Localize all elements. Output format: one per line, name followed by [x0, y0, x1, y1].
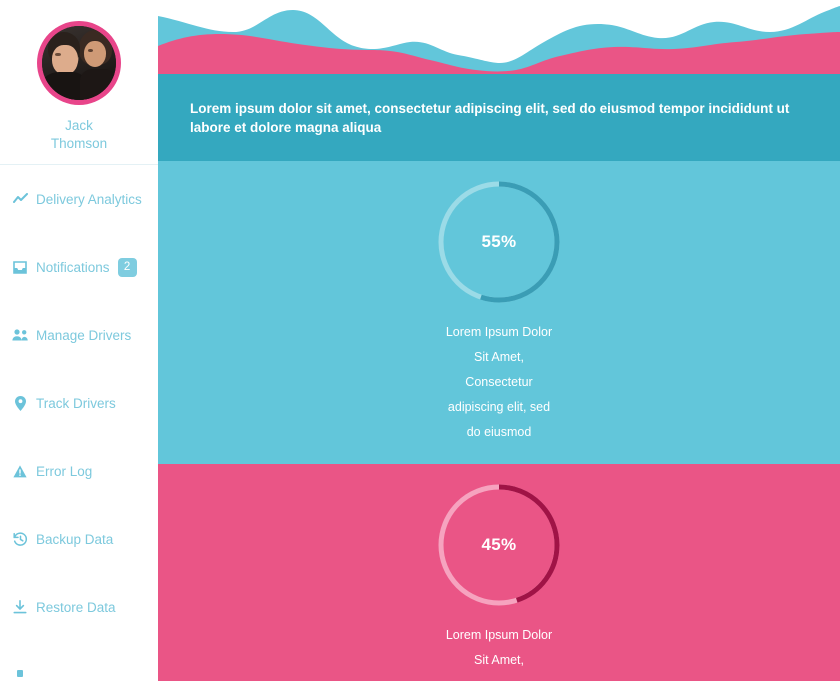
banner: Lorem ipsum dolor sit amet, consectetur … [158, 74, 840, 161]
partial-icon [10, 666, 30, 681]
sidebar-nav: Delivery Analytics Notifications 2 Manag… [0, 164, 158, 681]
sidebar-item-label: Manage Drivers [36, 327, 132, 343]
donut-chart-45: 45% [435, 481, 563, 609]
sidebar-item-backup-data[interactable]: Backup Data [0, 505, 158, 574]
sidebar: Jack Thomson Delivery Analytics Notifica… [0, 0, 158, 681]
sidebar-item-error-log[interactable]: Error Log [0, 437, 158, 506]
profile-name: Jack Thomson [51, 117, 107, 153]
teal-metric-card: 55% Lorem Ipsum Dolor Sit Amet, Consecte… [158, 161, 840, 464]
download-icon [10, 598, 30, 616]
donut-value-45: 45% [481, 535, 517, 554]
sidebar-item-label: Notifications [36, 259, 110, 275]
warning-triangle-icon [10, 462, 30, 480]
caption-line: Lorem Ipsum Dolor [445, 325, 553, 339]
users-icon [10, 326, 30, 344]
teal-card-caption: Lorem Ipsum Dolor Sit Amet, Consectetur … [158, 320, 840, 445]
pink-metric-card: 45% Lorem Ipsum Dolor Sit Amet, [158, 464, 840, 681]
caption-line: Sit Amet, [473, 653, 525, 667]
profile-section: Jack Thomson [0, 0, 158, 164]
sidebar-item-label: Backup Data [36, 531, 114, 547]
app-root: Jack Thomson Delivery Analytics Notifica… [0, 0, 840, 681]
line-chart-icon [10, 190, 30, 208]
sidebar-item-overflow[interactable] [0, 641, 158, 681]
history-clock-icon [10, 530, 30, 548]
profile-first-name: Jack [65, 118, 93, 133]
user-avatar-photo-icon [42, 26, 116, 100]
map-pin-icon [10, 394, 30, 412]
main-content: Lorem ipsum dolor sit amet, consectetur … [158, 0, 840, 681]
sidebar-item-label: Error Log [36, 463, 93, 479]
notifications-badge: 2 [117, 257, 137, 277]
caption-line: Lorem Ipsum Dolor [445, 628, 553, 642]
sidebar-item-delivery-analytics[interactable]: Delivery Analytics [0, 165, 158, 234]
sidebar-item-manage-drivers[interactable]: Manage Drivers [0, 301, 158, 370]
wave-area-chart [158, 0, 840, 74]
donut-chart-55: 55% [435, 178, 563, 306]
sidebar-item-notifications[interactable]: Notifications 2 [0, 233, 158, 302]
sidebar-item-track-drivers[interactable]: Track Drivers [0, 369, 158, 438]
sidebar-item-label: Track Drivers [36, 395, 116, 411]
caption-line: Sit Amet, [473, 350, 525, 364]
caption-line: Consectetur [465, 375, 533, 389]
donut-value-55: 55% [481, 232, 517, 251]
banner-text: Lorem ipsum dolor sit amet, consectetur … [190, 100, 790, 135]
sidebar-item-restore-data[interactable]: Restore Data [0, 573, 158, 642]
profile-last-name: Thomson [50, 136, 108, 151]
inbox-icon [10, 258, 30, 276]
caption-line: do eiusmod [466, 425, 532, 439]
sidebar-item-label: Restore Data [36, 599, 116, 615]
pink-card-caption: Lorem Ipsum Dolor Sit Amet, [158, 623, 840, 673]
avatar[interactable] [37, 21, 121, 105]
sidebar-item-label: Delivery Analytics [36, 191, 142, 207]
caption-line: adipiscing elit, sed [447, 400, 551, 414]
wave-area-chart-svg [158, 6, 840, 74]
